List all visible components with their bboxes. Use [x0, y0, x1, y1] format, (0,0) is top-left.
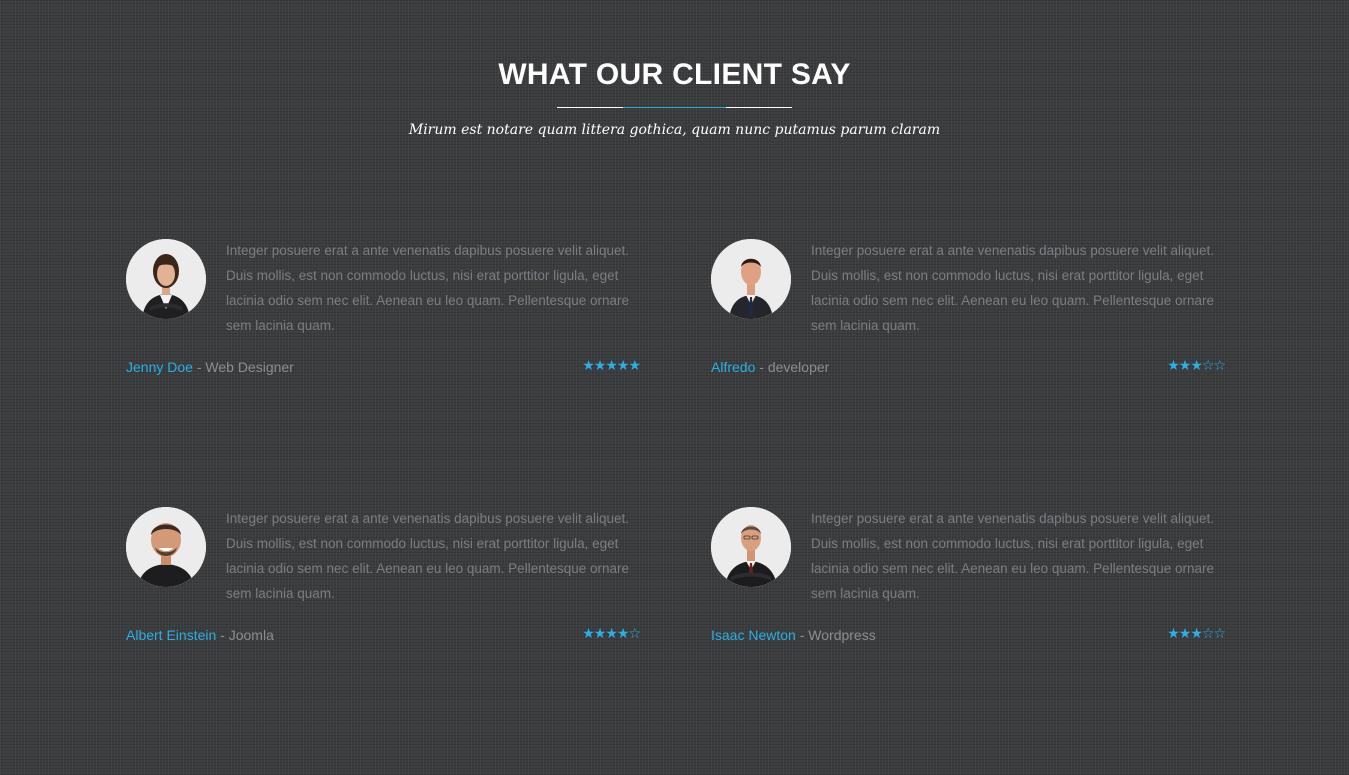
author-name-link[interactable]: Jenny Doe [126, 359, 193, 375]
author-role: developer [767, 359, 830, 375]
author-name-link[interactable]: Alfredo [711, 359, 755, 375]
testimonial-author: Isaac Newton - Wordpress [711, 627, 876, 643]
testimonial-author: Alfredo - developer [711, 359, 829, 375]
star-rating-icon: ★★★★★ [582, 358, 641, 374]
testimonial-author: Albert Einstein - Joomla [126, 627, 274, 643]
author-separator: - [192, 359, 206, 375]
author-name-link[interactable]: Albert Einstein [126, 627, 216, 643]
testimonial-author: Jenny Doe - Web Designer [126, 359, 294, 375]
section-subtitle: Mirum est notare quam littera gothica, q… [408, 122, 941, 138]
star-rating-icon: ★★★☆☆ [1167, 358, 1226, 374]
older-businessman-avatar-icon [711, 507, 791, 587]
title-divider [557, 107, 792, 108]
testimonial-card-isaac-newton: Integer posuere erat a ante venenatis da… [711, 507, 1226, 652]
star-rating-icon: ★★★★☆ [582, 626, 641, 642]
testimonial-quote: Integer posuere erat a ante venenatis da… [226, 511, 630, 601]
testimonial-quote: Integer posuere erat a ante venenatis da… [811, 243, 1215, 333]
author-separator: - [795, 627, 809, 643]
testimonial-card-jenny-doe: Integer posuere erat a ante venenatis da… [126, 239, 641, 384]
author-role: Wordpress [808, 627, 876, 643]
author-separator: - [216, 627, 229, 643]
smiling-man-avatar-icon [126, 507, 206, 587]
businesswoman-avatar-icon [126, 239, 206, 319]
testimonial-card-alfredo: Integer posuere erat a ante venenatis da… [711, 239, 1226, 384]
testimonial-quote: Integer posuere erat a ante venenatis da… [811, 511, 1215, 601]
author-name-link[interactable]: Isaac Newton [711, 627, 796, 643]
testimonial-quote: Integer posuere erat a ante venenatis da… [226, 243, 630, 333]
author-role: Web Designer [205, 359, 294, 375]
businessman-suit-avatar-icon [711, 239, 791, 319]
star-rating-icon: ★★★☆☆ [1167, 626, 1226, 642]
testimonial-card-albert-einstein: Integer posuere erat a ante venenatis da… [126, 507, 641, 652]
section-title: WHAT OUR CLIENT SAY [498, 58, 851, 91]
author-separator: - [755, 359, 768, 375]
author-role: Joomla [228, 627, 274, 643]
